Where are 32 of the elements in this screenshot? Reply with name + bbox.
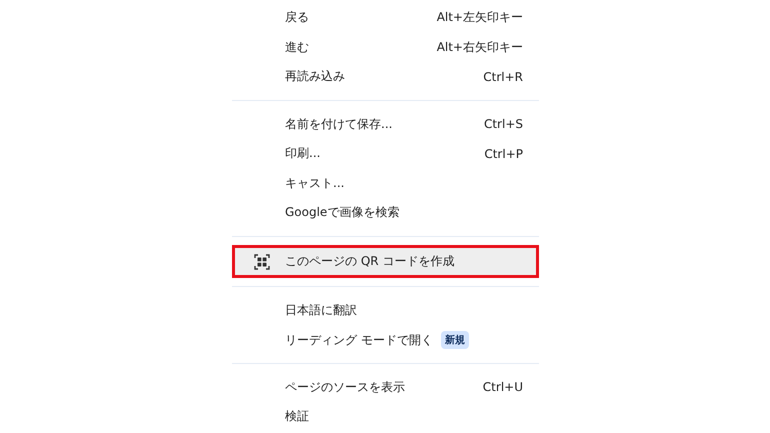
menu-item-label: Googleで画像を検索 [285,204,400,222]
menu-item[interactable]: このページの QR コードを作成 [232,245,539,278]
menu-item[interactable]: 再読み込み Ctrl+R [232,62,539,92]
menu-item-label: 進む [285,38,309,56]
menu-item-label: 戻る [285,9,309,26]
keyboard-shortcut: Ctrl+P [484,146,523,161]
menu-item-label: キャスト... [285,174,344,192]
menu-item[interactable]: 印刷... Ctrl+P [232,138,539,168]
menu-item-label: 日本語に翻訳 [285,302,357,319]
menu-item-label: このページの QR コードを作成 [285,253,454,270]
keyboard-shortcut: Ctrl+U [482,380,523,394]
menu-item-label: ページのソースを表示 [285,378,405,396]
keyboard-shortcut: Alt+左矢印キー [436,9,523,26]
menu-item[interactable]: 検証 [232,402,539,432]
menu-item[interactable]: リーディング モードで開く 新規 [232,325,539,355]
keyboard-shortcut: Alt+右矢印キー [436,38,523,56]
menu-item-label: 名前を付けて保存... [285,116,392,133]
keyboard-shortcut: Ctrl+S [484,117,523,132]
keyboard-shortcut: Ctrl+R [483,70,523,84]
menu-item[interactable]: 戻る Alt+左矢印キー [232,3,539,33]
menu-item-label: 再読み込み [285,68,345,86]
menu-item[interactable]: キャスト... [232,168,539,198]
menu-item[interactable]: 日本語に翻訳 [232,296,539,326]
qr-code-icon [254,254,270,270]
menu-item[interactable]: 進む Alt+右矢印キー [232,32,539,62]
menu-item[interactable]: ページのソースを表示 Ctrl+U [232,372,539,402]
menu-item-label: リーディング モードで開く [285,332,433,349]
menu-item-label: 検証 [285,408,309,426]
new-badge: 新規 [440,331,469,350]
menu-item-label: 印刷... [285,145,320,162]
menu-item[interactable]: 名前を付けて保存... Ctrl+S [232,109,539,139]
menu-item[interactable]: Googleで画像を検索 [232,198,539,228]
